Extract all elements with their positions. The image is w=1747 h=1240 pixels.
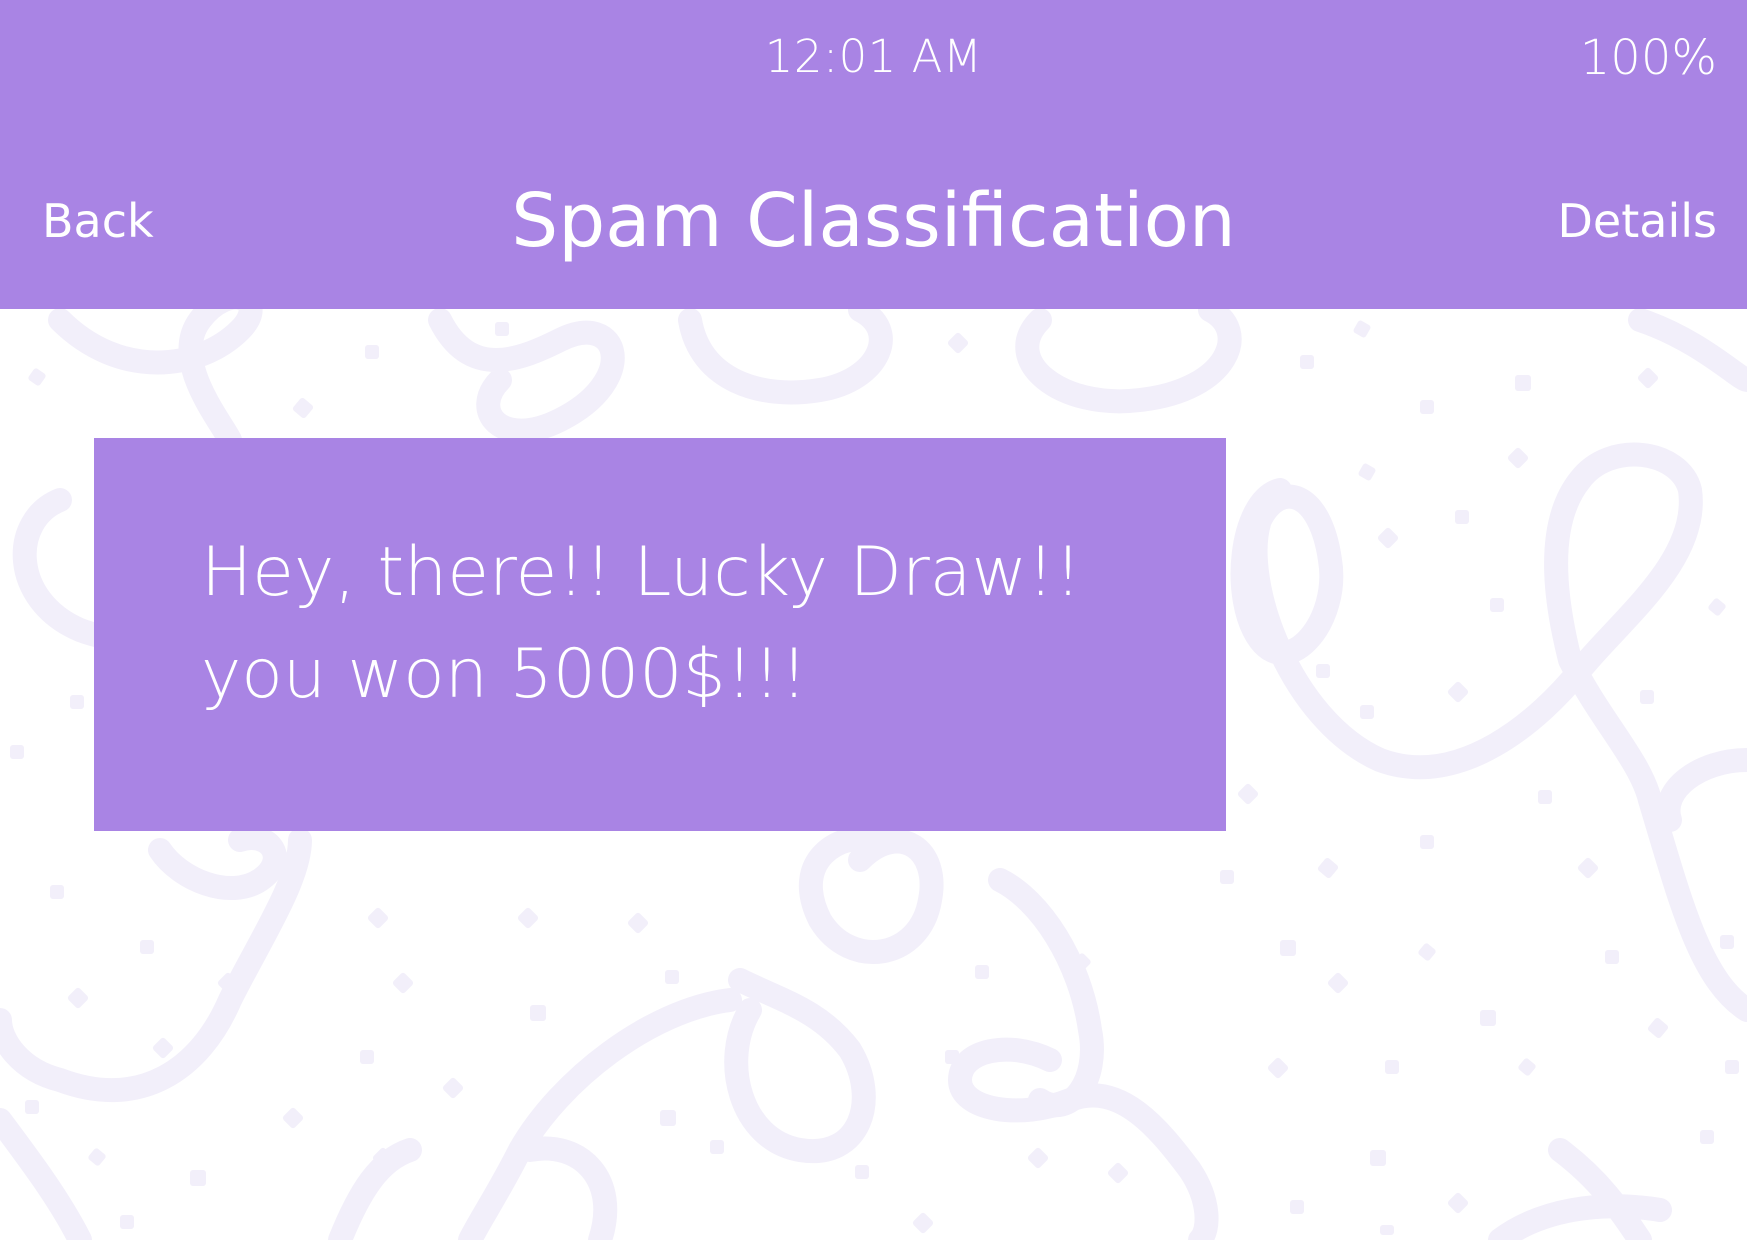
message-bubble: Hey, there!! Lucky Draw!! you won 5000$!…: [94, 438, 1226, 831]
battery-level: 100%: [1579, 30, 1717, 86]
app-header: 12:01 AM 100% Back Spam Classification D…: [0, 0, 1747, 309]
message-line: Hey, there!! Lucky Draw!!: [201, 533, 1082, 612]
message-line: you won 5000$!!!: [201, 635, 808, 714]
status-time: 12:01 AM: [764, 30, 983, 83]
page-title: Spam Classification: [511, 178, 1236, 264]
details-button[interactable]: Details: [1558, 194, 1717, 248]
